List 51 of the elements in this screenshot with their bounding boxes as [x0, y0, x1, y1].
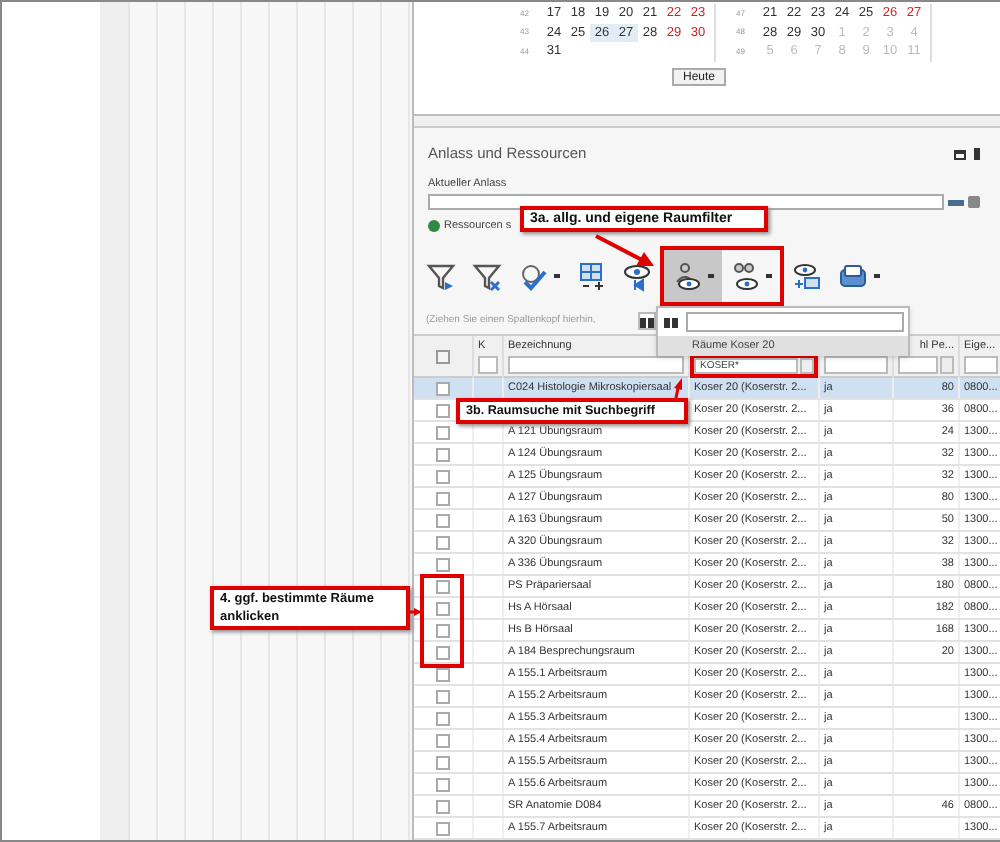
checkbox[interactable] — [436, 557, 450, 571]
caret-icon — [554, 274, 560, 278]
tray-icon — [838, 261, 868, 291]
filter-field[interactable] — [898, 356, 938, 374]
checkbox[interactable] — [436, 777, 450, 791]
ellipsis-icon[interactable] — [940, 356, 954, 374]
people-eye-icon — [730, 261, 760, 291]
checkbox[interactable] — [436, 535, 450, 549]
checkbox[interactable] — [436, 689, 450, 703]
filter-field[interactable] — [508, 356, 684, 374]
filter-field[interactable] — [824, 356, 888, 374]
arrow — [595, 234, 654, 266]
checkbox[interactable] — [436, 425, 450, 439]
highlight-frame — [420, 574, 464, 668]
toolbar-button[interactable] — [664, 250, 722, 302]
checkbox[interactable] — [436, 711, 450, 725]
checkbox[interactable] — [436, 513, 450, 527]
binoculars-icon[interactable] — [662, 313, 680, 331]
checkbox[interactable] — [436, 403, 450, 417]
resource-icon — [428, 220, 440, 232]
person-eye-icon — [672, 261, 702, 291]
checkbox[interactable] — [436, 799, 450, 813]
checkbox[interactable] — [436, 469, 450, 483]
checkbox[interactable] — [436, 733, 450, 747]
binoculars-icon[interactable] — [638, 312, 656, 330]
eye-icon — [622, 261, 652, 291]
ellipsis-icon[interactable] — [800, 358, 814, 374]
checkbox[interactable] — [436, 491, 450, 505]
checkbox[interactable] — [436, 579, 450, 593]
filter-field[interactable] — [478, 356, 498, 374]
checkbox[interactable] — [436, 755, 450, 769]
search-field[interactable] — [686, 312, 904, 332]
checkmark-icon — [518, 261, 548, 291]
checkbox[interactable] — [436, 601, 450, 615]
checkbox[interactable] — [436, 645, 450, 659]
checkbox[interactable] — [436, 623, 450, 637]
caret-icon — [708, 274, 714, 278]
checkbox[interactable] — [436, 821, 450, 835]
filter-field[interactable] — [964, 356, 998, 374]
arrow — [410, 608, 422, 616]
funnel-icon — [426, 261, 456, 291]
funnel-icon — [472, 261, 502, 291]
arrow — [674, 378, 682, 399]
checkbox[interactable] — [436, 350, 450, 364]
checkbox[interactable] — [436, 447, 450, 461]
window-icon[interactable] — [954, 149, 966, 159]
caret-icon — [766, 274, 772, 278]
caret-icon — [874, 274, 880, 278]
eye-grid-icon — [792, 261, 822, 291]
grid-icon — [576, 261, 606, 291]
checkbox[interactable] — [436, 381, 450, 395]
